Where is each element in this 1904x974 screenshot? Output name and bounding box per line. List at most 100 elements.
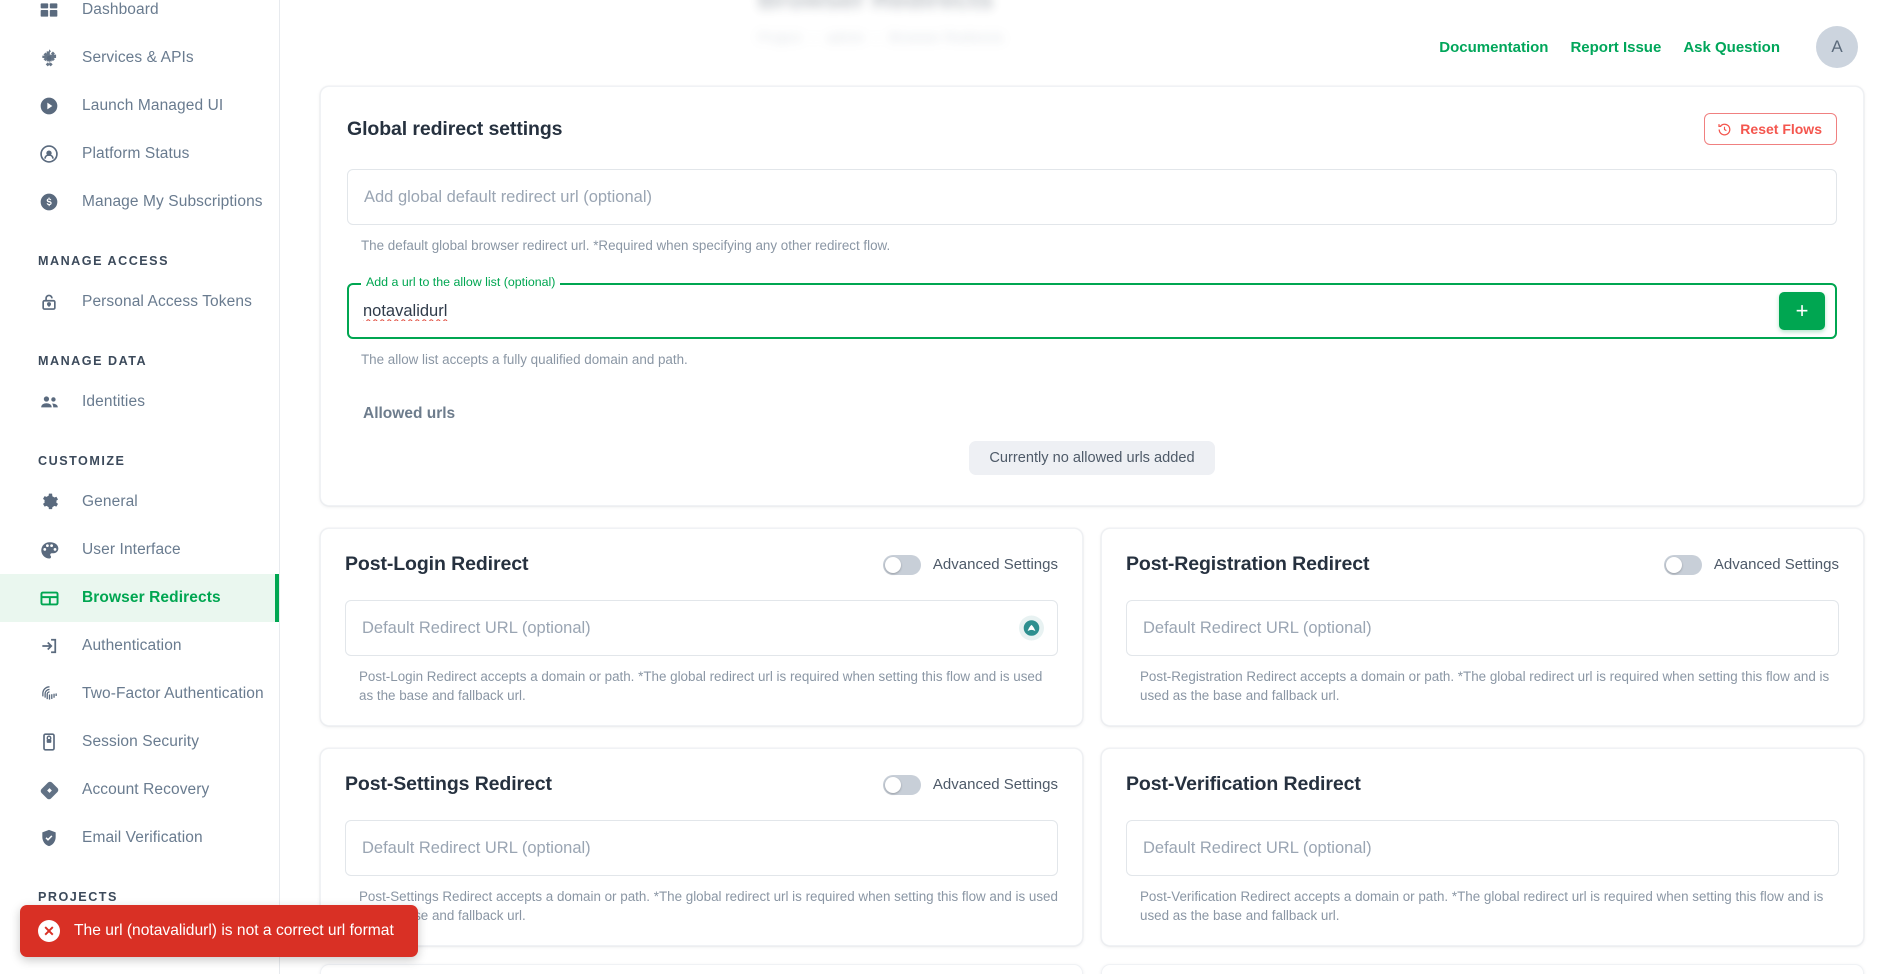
sidebar-item-launch-managed-ui[interactable]: Launch Managed UI: [0, 82, 279, 130]
post-login-redirect-card: Post-Login Redirect Advanced Settings De…: [320, 528, 1083, 727]
bandage-icon: [38, 779, 60, 801]
sidebar-item-dashboard[interactable]: Dashboard: [0, 0, 279, 34]
post-login-header: Post-Login Redirect Advanced Settings: [345, 553, 1058, 576]
next-card-partial-left: [320, 964, 1083, 974]
post-verification-helper: Post-Verification Redirect accepts a dom…: [1140, 889, 1824, 924]
sidebar-item-label: Manage My Subscriptions: [82, 193, 263, 210]
sidebar-item-session-security[interactable]: Session Security: [0, 718, 279, 766]
header-links: Documentation Report Issue Ask Question …: [1439, 26, 1858, 68]
post-login-title: Post-Login Redirect: [345, 553, 529, 576]
post-settings-advanced-toggle[interactable]: [882, 774, 921, 795]
post-login-url-input[interactable]: [345, 600, 1058, 657]
sidebar-item-platform-status[interactable]: Platform Status: [0, 130, 279, 178]
sidebar-section-manage-data: MANAGE DATA: [38, 354, 148, 368]
sidebar-item-label: Dashboard: [82, 1, 159, 18]
error-toast[interactable]: ✕ The url (notavalidurl) is not a correc…: [20, 905, 418, 957]
flow-cards-row-3-partial: [320, 964, 1864, 974]
sidebar-item-email-verification[interactable]: Email Verification: [0, 814, 279, 862]
services-apis-icon: [38, 47, 60, 69]
global-card-header: Global redirect settings Reset Flows: [347, 113, 1837, 145]
post-login-advanced-toggle[interactable]: [882, 554, 921, 575]
documentation-link[interactable]: Documentation: [1439, 39, 1548, 56]
post-registration-url-input[interactable]: [1126, 600, 1839, 657]
play-circle-icon: [38, 95, 60, 117]
flow-cards-row-2: Post-Settings Redirect Advanced Settings…: [320, 748, 1864, 947]
post-settings-advanced-settings[interactable]: Advanced Settings: [882, 774, 1058, 795]
post-registration-advanced-settings[interactable]: Advanced Settings: [1663, 554, 1839, 575]
reset-flows-label: Reset Flows: [1740, 121, 1822, 137]
ask-question-link[interactable]: Ask Question: [1683, 39, 1780, 56]
post-registration-advanced-toggle[interactable]: [1663, 554, 1702, 575]
breadcrumb-item: Browser Redirects: [889, 29, 1004, 45]
main-content: Browser Redirects Project › admin › Brow…: [280, 0, 1904, 974]
post-settings-redirect-card: Post-Settings Redirect Advanced Settings…: [320, 748, 1083, 947]
sidebar: Dashboard Services & APIs Launch Managed…: [0, 0, 280, 974]
post-settings-url-input[interactable]: [345, 820, 1058, 877]
breadcrumb-item[interactable]: admin: [826, 29, 864, 45]
sidebar-item-label: Account Recovery: [82, 781, 210, 798]
error-toast-message: The url (notavalidurl) is not a correct …: [74, 922, 394, 939]
post-settings-header: Post-Settings Redirect Advanced Settings: [345, 773, 1058, 796]
post-login-url-field: [345, 600, 1058, 657]
breadcrumb-item[interactable]: Project: [758, 29, 802, 45]
error-circle-icon: ✕: [38, 920, 60, 942]
sidebar-item-label: Personal Access Tokens: [82, 293, 252, 310]
sidebar-item-label: Session Security: [82, 733, 200, 750]
history-restore-icon: [1717, 122, 1732, 137]
post-verification-header: Post-Verification Redirect: [1126, 773, 1839, 796]
sidebar-item-label: Two-Factor Authentication: [82, 685, 264, 702]
dashboard-icon: [38, 0, 60, 21]
sidebar-item-user-interface[interactable]: User Interface: [0, 526, 279, 574]
sidebar-item-label: General: [82, 493, 138, 510]
sidebar-item-label: Email Verification: [82, 829, 203, 846]
settings-content: Global redirect settings Reset Flows The…: [280, 86, 1904, 974]
post-registration-url-field: [1126, 600, 1839, 657]
post-verification-url-field: [1126, 820, 1839, 877]
post-verification-title: Post-Verification Redirect: [1126, 773, 1361, 796]
flow-cards-row-1: Post-Login Redirect Advanced Settings De…: [320, 528, 1864, 727]
sidebar-item-label: User Interface: [82, 541, 181, 558]
next-card-partial-right: [1101, 964, 1864, 974]
global-redirect-settings-card: Global redirect settings Reset Flows The…: [320, 86, 1864, 507]
post-registration-header: Post-Registration Redirect Advanced Sett…: [1126, 553, 1839, 576]
post-settings-helper: Post-Settings Redirect accepts a domain …: [359, 889, 1058, 924]
post-login-advanced-settings[interactable]: Advanced Settings: [882, 554, 1058, 575]
platform-status-icon: [38, 143, 60, 165]
sidebar-item-browser-redirects[interactable]: Browser Redirects: [0, 574, 279, 622]
post-verification-url-input[interactable]: [1126, 820, 1839, 877]
breadcrumb-separator-icon: ›: [811, 29, 817, 45]
browser-redirects-icon: [38, 587, 60, 609]
sidebar-item-personal-access-tokens[interactable]: Personal Access Tokens: [0, 278, 279, 326]
global-default-url-helper: The default global browser redirect url.…: [361, 238, 891, 253]
sidebar-section-customize: CUSTOMIZE: [38, 454, 126, 468]
login-arrow-icon: [38, 635, 60, 657]
sidebar-item-two-factor-authentication[interactable]: Two-Factor Authentication: [0, 670, 279, 718]
sidebar-item-account-recovery[interactable]: Account Recovery: [0, 766, 279, 814]
gear-icon: [38, 491, 60, 513]
sidebar-item-authentication[interactable]: Authentication: [0, 622, 279, 670]
sidebar-item-manage-my-subscriptions[interactable]: Manage My Subscriptions: [0, 178, 279, 226]
shield-check-icon: [38, 827, 60, 849]
allow-list-input[interactable]: [363, 301, 1779, 321]
add-allowed-url-button[interactable]: +: [1779, 292, 1825, 331]
sidebar-item-services-apis[interactable]: Services & APIs: [0, 34, 279, 82]
post-registration-title: Post-Registration Redirect: [1126, 553, 1370, 576]
reset-flows-button[interactable]: Reset Flows: [1704, 113, 1837, 145]
allowed-urls-empty-message: Currently no allowed urls added: [969, 441, 1215, 476]
post-login-helper: Post-Login Redirect accepts a domain or …: [359, 669, 1043, 704]
sidebar-item-identities[interactable]: Identities: [0, 378, 279, 426]
post-settings-title: Post-Settings Redirect: [345, 773, 552, 796]
sidebar-item-label: Identities: [82, 393, 146, 410]
post-settings-advanced-label: Advanced Settings: [932, 776, 1058, 794]
allowed-urls-list: Currently no allowed urls added: [347, 441, 1837, 476]
palette-icon: [38, 539, 60, 561]
avatar[interactable]: A: [1816, 26, 1858, 68]
nordpass-icon[interactable]: [1019, 615, 1044, 641]
allowed-urls-title: Allowed urls: [363, 405, 456, 423]
people-icon: [38, 391, 60, 413]
post-registration-redirect-card: Post-Registration Redirect Advanced Sett…: [1101, 528, 1864, 727]
global-default-url-input[interactable]: [347, 169, 1837, 225]
sidebar-item-general[interactable]: General: [0, 478, 279, 526]
breadcrumb: Project › admin › Browser Redirects: [758, 29, 1003, 45]
report-issue-link[interactable]: Report Issue: [1570, 39, 1661, 56]
